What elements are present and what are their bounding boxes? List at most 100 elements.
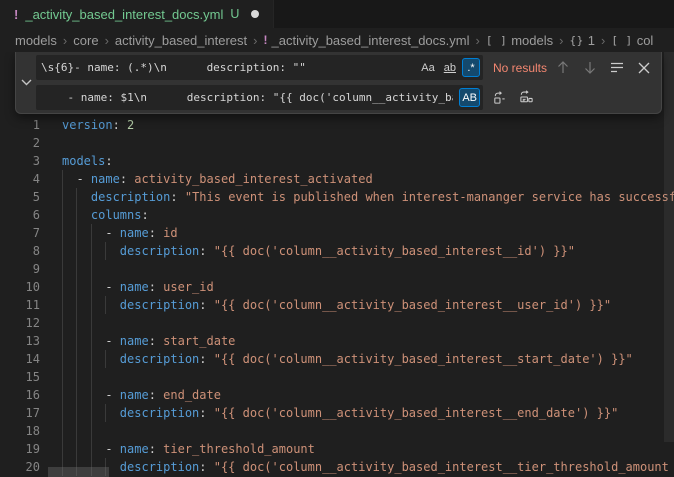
breadcrumb-label: col [637, 33, 654, 48]
indent-guide [62, 332, 63, 350]
line-number: 20 [0, 458, 40, 476]
line-number: 8 [0, 242, 40, 260]
replace-button[interactable] [488, 87, 510, 109]
arrow-up-icon [557, 61, 569, 74]
indent-guide [91, 332, 92, 350]
line-number: 18 [0, 422, 40, 440]
line-number-gutter: 1234567891011121314151617181920 [0, 116, 40, 476]
code-line[interactable]: - name: user_id [62, 278, 674, 296]
breadcrumb-item[interactable]: models [15, 33, 57, 48]
indent-guide [76, 224, 77, 242]
whole-word-toggle[interactable]: ab [441, 58, 459, 77]
line-number: 11 [0, 296, 40, 314]
code-line[interactable]: description: "{{ doc('column__activity_b… [62, 242, 674, 260]
line-number: 16 [0, 386, 40, 404]
find-in-selection-icon [610, 62, 624, 73]
breadcrumb-item[interactable]: !_activity_based_interest_docs.yml [264, 33, 470, 48]
code-line[interactable] [62, 134, 674, 152]
find-in-selection-button[interactable] [606, 57, 628, 79]
breadcrumb-item[interactable]: {}1 [569, 33, 594, 48]
breadcrumb: models›core›activity_based_interest›!_ac… [0, 28, 674, 52]
indent-guide [105, 296, 106, 314]
line-number: 5 [0, 188, 40, 206]
replace-all-button[interactable] [515, 87, 537, 109]
find-input[interactable]: \s{6}- name: (.*)\n description: "" Aa a… [36, 55, 483, 80]
indent-guide [91, 278, 92, 296]
previous-match-button[interactable] [552, 57, 574, 79]
editor-pane[interactable]: 1234567891011121314151617181920 version:… [0, 52, 674, 477]
indent-guide [76, 296, 77, 314]
indent-guide [76, 422, 77, 440]
close-find-widget-button[interactable] [633, 57, 655, 79]
line-number: 2 [0, 134, 40, 152]
indent-guide [62, 296, 63, 314]
arrow-down-icon [584, 61, 596, 74]
code-line[interactable]: - name: start_date [62, 332, 674, 350]
code-line[interactable] [62, 314, 674, 332]
breadcrumb-item[interactable]: [ ]models [486, 33, 553, 48]
tab-active-file[interactable]: ! _activity_based_interest_docs.yml U [0, 0, 274, 28]
indent-guide [91, 314, 92, 332]
line-number: 4 [0, 170, 40, 188]
match-case-toggle[interactable]: Aa [418, 58, 437, 77]
horizontal-scrollbar[interactable] [48, 467, 109, 477]
code-line[interactable]: description: "This event is published wh… [62, 188, 674, 206]
indent-guide [105, 242, 106, 260]
breadcrumb-label: models [15, 33, 57, 48]
breadcrumb-item[interactable]: core [73, 33, 98, 48]
code-line[interactable]: - name: activity_based_interest_activate… [62, 170, 674, 188]
indent-guide [105, 350, 106, 368]
replace-input[interactable]: - name: $1\n description: "{{ doc('colum… [36, 85, 483, 110]
find-replace-widget: \s{6}- name: (.*)\n description: "" Aa a… [15, 52, 662, 114]
code-line[interactable] [62, 422, 674, 440]
tab-filename: _activity_based_interest_docs.yml [25, 7, 223, 22]
code-line[interactable]: models: [62, 152, 674, 170]
line-number: 7 [0, 224, 40, 242]
indent-guide [76, 260, 77, 278]
code-line[interactable]: description: "{{ doc('column__activity_b… [62, 350, 674, 368]
line-number: 12 [0, 314, 40, 332]
code-area[interactable]: version: 2 models: - name: activity_based… [62, 116, 674, 476]
preserve-case-toggle[interactable]: AB [459, 88, 480, 107]
code-line[interactable]: version: 2 [62, 116, 674, 134]
line-number: 15 [0, 368, 40, 386]
code-line[interactable]: description: "{{ doc('column__activity_b… [62, 296, 674, 314]
code-line[interactable] [62, 368, 674, 386]
indent-guide [91, 224, 92, 242]
chevron-right-icon: › [559, 33, 563, 48]
indent-guide [62, 206, 63, 224]
indent-guide [62, 350, 63, 368]
regex-toggle[interactable]: .* [462, 58, 480, 77]
indent-guide [76, 206, 77, 224]
code-line[interactable]: columns: [62, 206, 674, 224]
find-results-status: No results [493, 61, 547, 75]
breadcrumb-label: 1 [588, 33, 595, 48]
code-line[interactable]: - name: id [62, 224, 674, 242]
indent-guide [105, 404, 106, 422]
code-line[interactable] [62, 260, 674, 278]
indent-guide [76, 440, 77, 458]
indent-guide [91, 350, 92, 368]
indent-guide [62, 368, 63, 386]
breadcrumb-item[interactable]: activity_based_interest [115, 33, 247, 48]
indent-guide [76, 278, 77, 296]
indent-guide [91, 440, 92, 458]
breadcrumb-item[interactable]: [ ]col [611, 33, 653, 48]
breadcrumb-label: activity_based_interest [115, 33, 247, 48]
vertical-scrollbar[interactable] [664, 52, 674, 442]
close-icon [638, 62, 650, 74]
code-line[interactable]: - name: tier_threshold_amount [62, 440, 674, 458]
unsaved-changes-dot-icon[interactable] [251, 10, 259, 18]
indent-guide [62, 314, 63, 332]
code-line[interactable]: description: "{{ doc('column__activity_b… [62, 458, 674, 476]
code-line[interactable]: description: "{{ doc('column__activity_b… [62, 404, 674, 422]
indent-guide [62, 260, 63, 278]
toggle-replace-button[interactable] [16, 52, 36, 113]
line-number: 6 [0, 206, 40, 224]
find-input-value: \s{6}- name: (.*)\n description: "" [41, 55, 411, 80]
yaml-file-icon: ! [14, 7, 18, 22]
next-match-button[interactable] [579, 57, 601, 79]
replace-icon [492, 90, 507, 105]
code-line[interactable]: - name: end_date [62, 386, 674, 404]
indent-guide [62, 404, 63, 422]
